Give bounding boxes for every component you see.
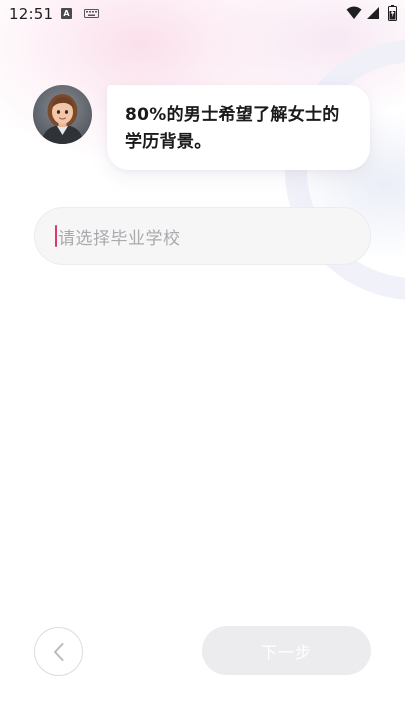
a-notification-icon: A xyxy=(61,8,72,19)
chevron-left-icon xyxy=(53,642,63,661)
next-button[interactable]: 下一步 xyxy=(202,626,371,675)
avatar-woman-icon xyxy=(33,85,92,144)
question-text: 80%的男士希望了解女士的学历背景。 xyxy=(125,105,340,152)
status-time: 12:51 xyxy=(9,5,54,23)
next-button-label: 下一步 xyxy=(260,642,312,662)
school-select-input[interactable]: 请选择毕业学校 xyxy=(34,207,371,265)
question-bubble: 80%的男士希望了解女士的学历背景。 xyxy=(107,85,370,170)
status-bar: 12:51 A xyxy=(0,0,405,28)
wifi-icon xyxy=(346,6,362,19)
text-caret xyxy=(55,225,57,247)
avatar xyxy=(33,85,92,144)
keyboard-icon xyxy=(84,9,99,18)
school-input-placeholder: 请选择毕业学校 xyxy=(58,228,181,249)
signal-icon xyxy=(367,7,379,19)
battery-icon xyxy=(388,5,397,21)
back-button[interactable] xyxy=(34,627,83,676)
